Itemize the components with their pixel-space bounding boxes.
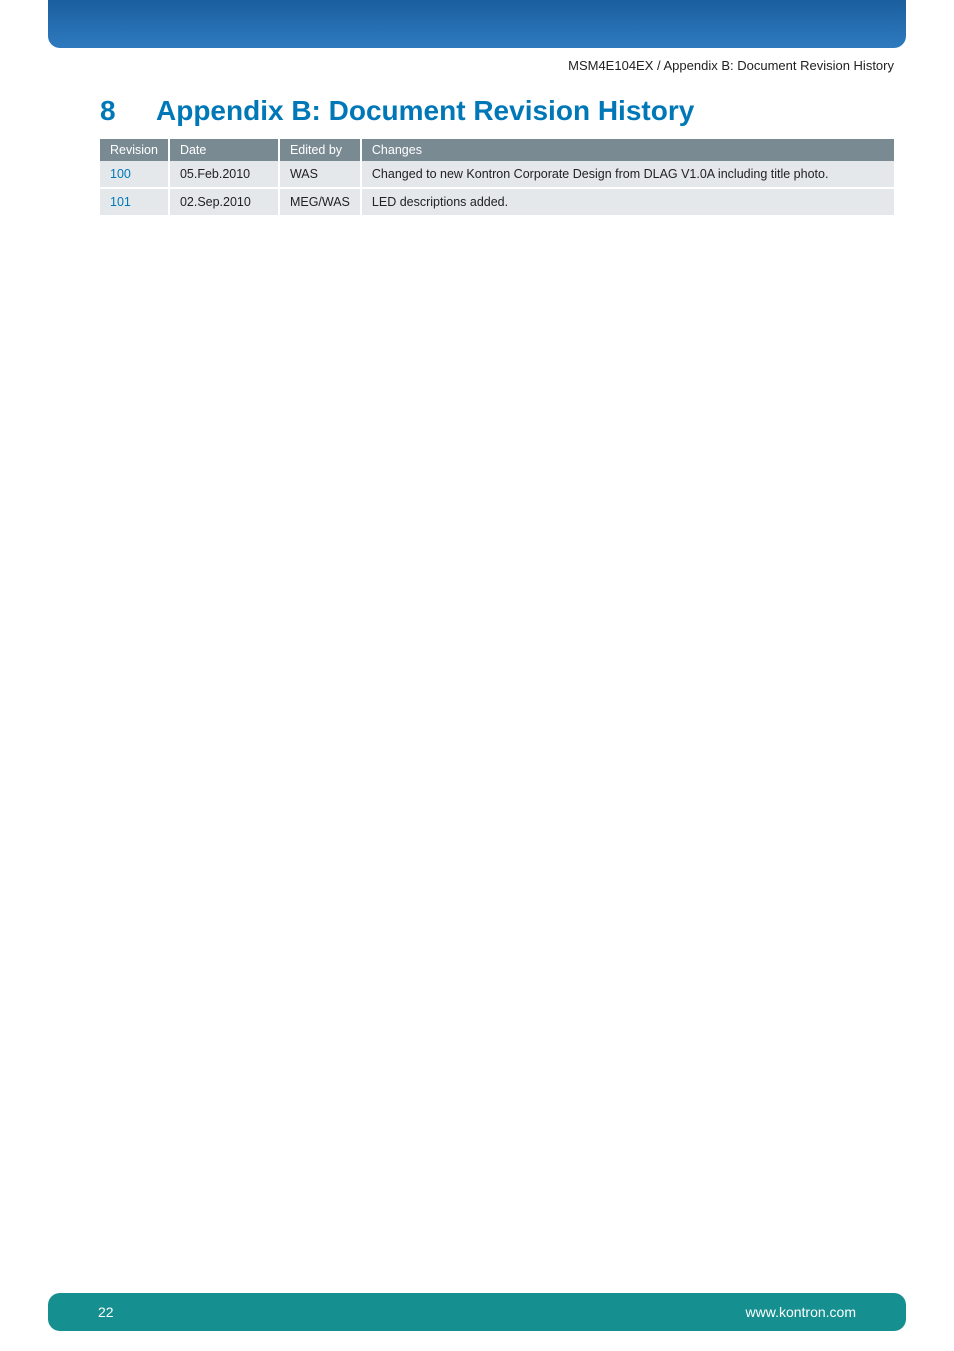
- header-date: Date: [169, 139, 279, 161]
- header-revision: Revision: [100, 139, 169, 161]
- cell-revision: 101: [100, 188, 169, 216]
- cell-date: 02.Sep.2010: [169, 188, 279, 216]
- top-banner: [48, 0, 906, 48]
- cell-edited-by: MEG/WAS: [279, 188, 361, 216]
- section-heading: 8 Appendix B: Document Revision History: [100, 95, 894, 127]
- table-row: 101 02.Sep.2010 MEG/WAS LED descriptions…: [100, 188, 894, 216]
- breadcrumb: MSM4E104EX / Appendix B: Document Revisi…: [568, 58, 894, 73]
- revision-table: Revision Date Edited by Changes 100 05.F…: [100, 139, 894, 217]
- content-area: 8 Appendix B: Document Revision History …: [100, 95, 894, 217]
- cell-edited-by: WAS: [279, 161, 361, 188]
- cell-changes: LED descriptions added.: [361, 188, 894, 216]
- footer-url: www.kontron.com: [746, 1304, 856, 1320]
- cell-revision: 100: [100, 161, 169, 188]
- page-number: 22: [98, 1304, 114, 1320]
- section-number: 8: [100, 95, 156, 127]
- header-changes: Changes: [361, 139, 894, 161]
- cell-changes: Changed to new Kontron Corporate Design …: [361, 161, 894, 188]
- section-title: Appendix B: Document Revision History: [156, 95, 694, 127]
- cell-date: 05.Feb.2010: [169, 161, 279, 188]
- table-row: 100 05.Feb.2010 WAS Changed to new Kontr…: [100, 161, 894, 188]
- header-edited-by: Edited by: [279, 139, 361, 161]
- page-container: MSM4E104EX / Appendix B: Document Revisi…: [0, 0, 954, 1351]
- footer-bar: 22 www.kontron.com: [48, 1293, 906, 1331]
- table-header-row: Revision Date Edited by Changes: [100, 139, 894, 161]
